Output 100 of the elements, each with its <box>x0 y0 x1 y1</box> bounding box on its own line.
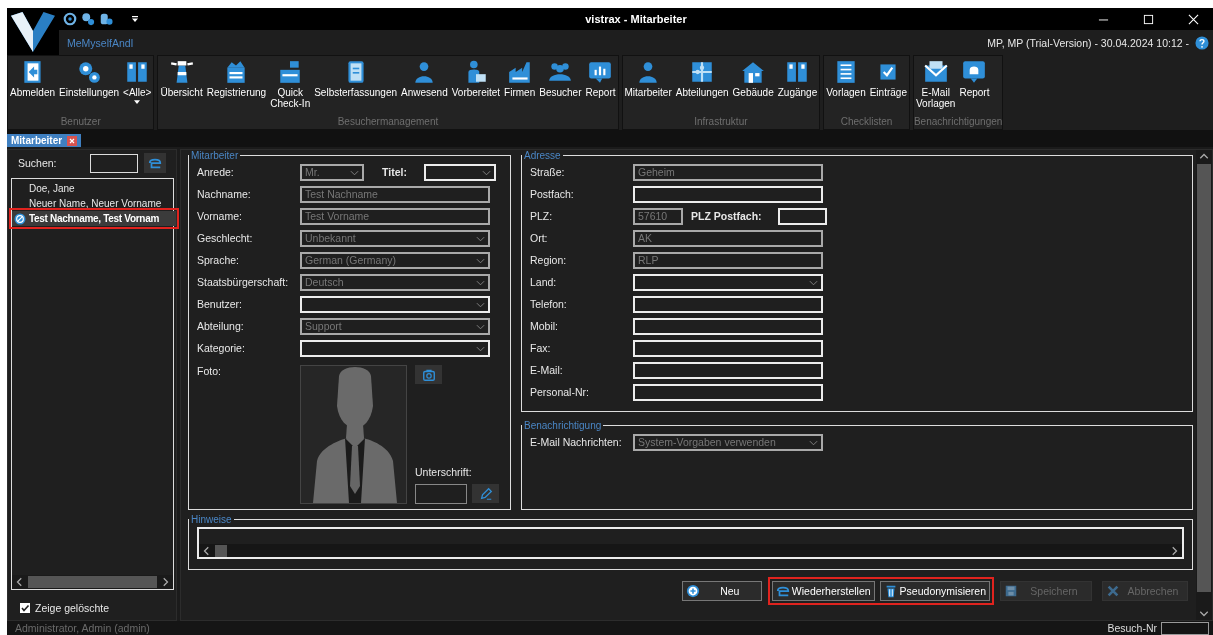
ribbon-button[interactable]: Vorbereitet <box>449 56 503 116</box>
caret-icon <box>134 100 141 104</box>
search-field[interactable] <box>90 153 138 173</box>
chevron-icon <box>476 235 485 242</box>
close-icon[interactable] <box>1188 13 1199 25</box>
ribbon-button[interactable]: E-Mail Vorlagen <box>913 56 958 116</box>
field-label: Geschlecht: <box>197 232 254 244</box>
help-icon[interactable] <box>1195 35 1209 50</box>
document-tab[interactable]: Mitarbeiter <box>7 134 82 147</box>
reset-button[interactable] <box>144 153 166 173</box>
ribbon-button[interactable]: Einträge <box>867 56 909 116</box>
dropdown[interactable] <box>300 295 490 313</box>
ribbon-button[interactable]: Übersicht <box>158 56 205 116</box>
field-label: PLZ: <box>530 210 554 222</box>
ribbon-button[interactable]: Zugänge <box>775 56 820 116</box>
session-info: MP, MP (Trial-Version) - 30.04.2024 10:12 - <box>987 36 1189 49</box>
notes-field[interactable] <box>197 527 1184 559</box>
profile-name: MeMyselfAndI <box>67 36 134 49</box>
text-field[interactable] <box>633 295 823 313</box>
visit-number-field[interactable] <box>1161 621 1209 635</box>
field-label: Kategorie: <box>197 342 246 354</box>
camera-button[interactable] <box>415 365 442 384</box>
caret-icon[interactable] <box>131 15 139 23</box>
text-field[interactable] <box>633 185 823 203</box>
search-label: Suchen: <box>18 157 58 169</box>
list-item[interactable]: Test Nachname, Test Vornam <box>12 211 176 226</box>
scroll-thumb[interactable] <box>215 544 227 557</box>
scroll-thumb[interactable] <box>28 576 157 588</box>
horizontal-scrollbar[interactable] <box>12 575 173 589</box>
field-label: Titel: <box>382 166 408 178</box>
section-title: Benachrichtigung <box>523 420 603 431</box>
field-label: Telefon: <box>530 298 568 310</box>
chevron-icon <box>476 345 485 352</box>
ribbon-button[interactable]: Registrierung <box>204 56 269 116</box>
text-field[interactable] <box>633 317 823 335</box>
plus-circle-icon <box>685 584 700 598</box>
list-item[interactable]: Neuer Name, Neuer Vorname <box>12 196 173 211</box>
field-label: Region: <box>530 254 568 266</box>
field-label: Fax: <box>530 342 552 354</box>
chevron-icon <box>350 169 359 176</box>
ribbon-button[interactable]: Abteilungen <box>673 56 731 116</box>
action-button[interactable]: Pseudonymisieren <box>879 581 990 601</box>
chevron-icon <box>809 439 818 446</box>
checkbox-label: Zeige gelöschte <box>35 602 110 614</box>
field-label: Mobil: <box>530 320 559 332</box>
ribbon-button[interactable]: Quick Check-In <box>268 56 313 116</box>
ribbon-button[interactable]: Anwesend <box>399 56 450 116</box>
ribbon-button[interactable]: Vorlagen <box>824 56 868 116</box>
ribbon-button[interactable]: Firmen <box>502 56 538 116</box>
list-item[interactable]: Doe, Jane <box>12 181 173 196</box>
status-user: Administrator, Admin (admin) <box>15 622 150 634</box>
field-label: Benutzer: <box>197 298 243 310</box>
text-field[interactable] <box>633 383 823 401</box>
restore-icon <box>775 584 790 598</box>
field-label: E-Mail Nachrichten: <box>530 436 623 448</box>
checkbox[interactable] <box>20 603 30 613</box>
horizontal-scrollbar[interactable] <box>199 544 1182 557</box>
text-field[interactable] <box>633 339 823 357</box>
signature-button[interactable] <box>472 484 499 503</box>
section-title: Hinweise <box>190 514 233 525</box>
dropdown[interactable] <box>633 273 823 291</box>
ribbon-button[interactable]: Einstellungen <box>57 56 122 116</box>
field-label: Abteilung: <box>197 320 245 332</box>
status-label: Besuch-Nr <box>1107 622 1157 634</box>
chevron-icon <box>809 279 818 286</box>
scroll-thumb[interactable] <box>1197 164 1211 592</box>
sync-icon[interactable] <box>63 12 77 26</box>
restore-icon <box>148 156 162 170</box>
window-title: vistrax - Mitarbeiter <box>585 13 687 25</box>
ribbon-button[interactable]: Report <box>583 56 618 116</box>
maximize-icon[interactable] <box>1143 13 1154 25</box>
field-label: Ort: <box>530 232 549 244</box>
group-label: Besuchermanagement <box>336 116 440 129</box>
field-label: Unterschrift: <box>415 466 473 478</box>
chevron-icon <box>476 257 485 264</box>
text-field[interactable] <box>633 361 823 379</box>
ribbon-button[interactable]: Mitarbeiter <box>622 56 674 116</box>
envelope-icon <box>922 59 949 85</box>
ribbon-button[interactable]: Selbsterfassungen <box>312 56 400 116</box>
field-label: Sprache: <box>197 254 241 266</box>
field-label: Nachname: <box>197 188 252 200</box>
field-label: Staatsbürgerschaft: <box>197 276 290 288</box>
field-label: Postfach: <box>530 188 575 200</box>
section-title: Mitarbeiter <box>190 150 240 161</box>
action-button[interactable]: Neu <box>681 581 762 601</box>
ribbon-button[interactable]: <Alle> <box>121 56 154 116</box>
floppy-icon <box>1004 584 1018 598</box>
dropdown[interactable] <box>300 339 490 357</box>
chevron-icon <box>482 169 491 176</box>
action-button[interactable]: Wiederherstellen <box>771 581 875 601</box>
factory-icon <box>506 59 533 85</box>
vertical-scrollbar[interactable] <box>1196 150 1212 620</box>
signature-field[interactable] <box>415 484 467 504</box>
field-label: Anrede: <box>197 166 235 178</box>
ribbon-button[interactable]: Gebäude <box>730 56 776 116</box>
ribbon-button[interactable]: Report <box>957 56 992 116</box>
pen-icon <box>478 486 493 501</box>
ribbon-button[interactable]: Abmelden <box>8 56 58 116</box>
ribbon-button[interactable]: Besucher <box>537 56 584 116</box>
cross-icon <box>1106 584 1120 598</box>
